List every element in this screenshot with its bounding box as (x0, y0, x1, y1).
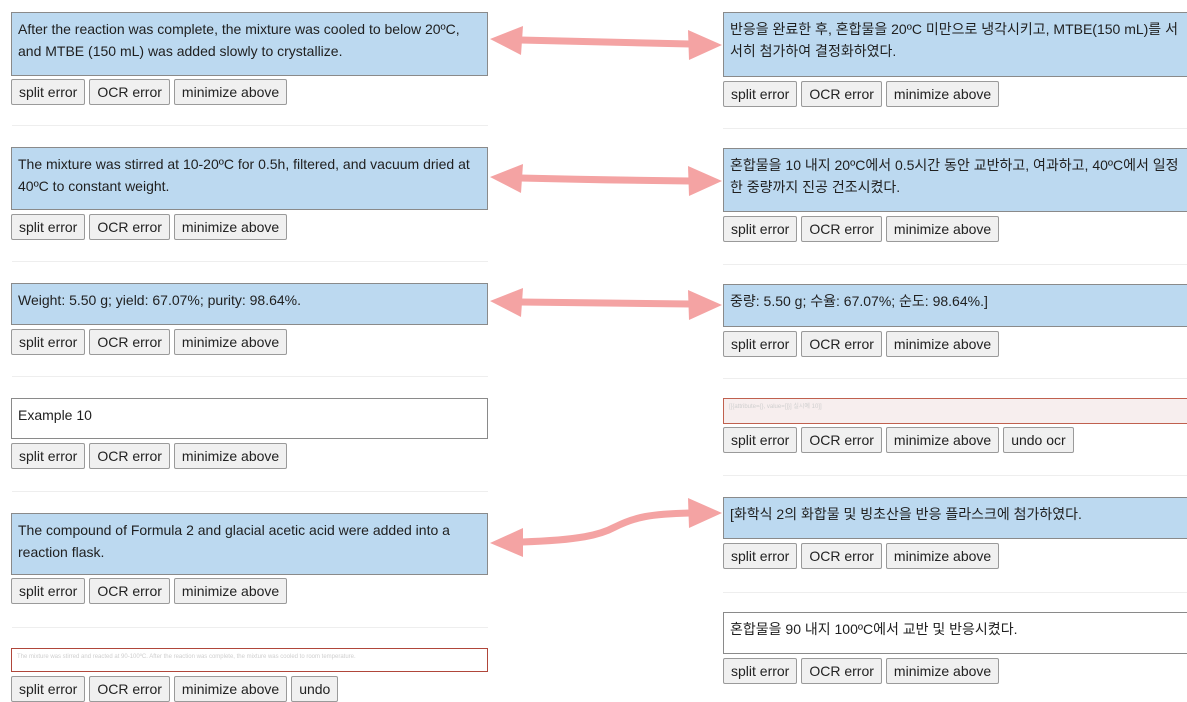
alignment-arrow-2[interactable] (490, 164, 722, 196)
alignment-arrows (490, 26, 722, 557)
alignment-arrow-4[interactable] (490, 498, 722, 557)
alignment-arrow-3[interactable] (490, 288, 722, 320)
alignment-arrow-1[interactable] (490, 26, 722, 60)
